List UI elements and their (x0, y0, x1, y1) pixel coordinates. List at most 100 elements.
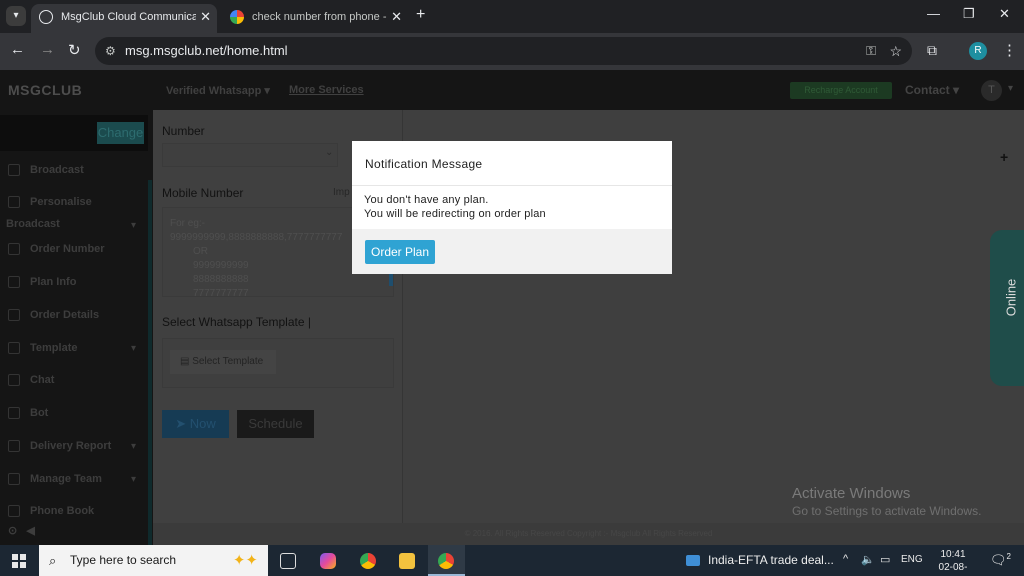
sidebar-item-manage-team[interactable]: Manage Team (8, 473, 102, 486)
select-template-label: Select Template (192, 356, 264, 367)
chevron-down-icon[interactable]: ▾ (131, 343, 136, 354)
import-link[interactable]: Imp (333, 187, 350, 198)
textarea-placeholder-line: 9999999999 (193, 260, 249, 271)
news-text: India-EFTA trade deal... (708, 553, 834, 567)
notification-center-icon[interactable]: 🗨2 (990, 552, 1011, 568)
site-info-icon[interactable]: ⚙ (105, 37, 116, 65)
sidebar-item-plan-info[interactable]: Plan Info (8, 276, 76, 289)
textarea-placeholder-line: 7777777777 (193, 288, 249, 297)
tab-search-button[interactable]: ▾ (6, 6, 26, 26)
google-favicon-icon (230, 10, 244, 24)
sidebar-item-template[interactable]: Template (8, 342, 78, 355)
activate-windows-title: Activate Windows (792, 485, 911, 502)
new-tab-icon[interactable]: + (416, 6, 425, 24)
minimize-icon[interactable]: — (927, 6, 940, 21)
sidebar-item-label: Delivery Report (30, 440, 112, 452)
send-now-button[interactable]: ➤ Now (162, 410, 229, 438)
sidebar-bottom-icons: ⊙ ◀ (8, 524, 35, 537)
change-button[interactable]: Change (97, 122, 144, 144)
copilot-icon[interactable] (320, 553, 336, 569)
user-avatar[interactable]: T (981, 80, 1002, 101)
sidebar-item-label: Template (30, 342, 78, 354)
clock-date: 02-08-2025 (938, 562, 968, 576)
now-label: Now (189, 416, 216, 431)
select-template-button[interactable]: ▤ Select Template (170, 350, 276, 374)
sidebar-item-order-number[interactable]: Order Number (8, 243, 105, 256)
chat-icon (8, 374, 20, 387)
sidebar-item-bot[interactable]: Bot (8, 407, 48, 420)
file-explorer-icon[interactable] (399, 553, 415, 569)
chevron-down-icon: ⌄ (325, 147, 334, 158)
sidebar-item-chat[interactable]: Chat (8, 374, 54, 387)
number-select[interactable] (162, 143, 338, 167)
chrome-profile-icon[interactable] (438, 553, 454, 569)
chrome-icon[interactable] (360, 553, 376, 569)
chevron-down-icon[interactable]: ▾ (131, 474, 136, 485)
task-view-icon[interactable] (280, 553, 296, 569)
modal-divider (352, 185, 672, 186)
number-label: Number (162, 124, 205, 138)
page-footer: © 2016. All Rights Reserved Copyright :-… (153, 523, 1024, 545)
speaker-muted-icon[interactable]: 🔈 (861, 553, 875, 566)
close-tab-icon[interactable]: ✕ (391, 4, 402, 30)
chevron-down-icon[interactable]: ▾ (1008, 83, 1013, 94)
forward-icon[interactable]: → (40, 41, 55, 58)
close-window-icon[interactable]: ✕ (999, 6, 1010, 22)
add-icon[interactable]: + (1000, 149, 1008, 165)
template-icon (8, 342, 20, 355)
search-icon: ⌕ (49, 553, 57, 568)
windows-start-icon[interactable] (12, 554, 26, 568)
chevron-up-icon[interactable]: ^ (843, 553, 848, 565)
menu-kebab-icon[interactable]: ⋮ (1002, 41, 1017, 59)
network-icon[interactable]: ▭ (880, 553, 890, 566)
profile-avatar[interactable]: R (969, 42, 987, 60)
schedule-button[interactable]: Schedule (237, 410, 314, 438)
order-plan-button[interactable]: Order Plan (365, 240, 435, 264)
clock-time: 10:41 (940, 549, 966, 560)
sidebar-item-phone-book[interactable]: Phone Book (8, 505, 95, 518)
chevron-down-icon[interactable]: ▾ (131, 441, 136, 452)
language-indicator[interactable]: ENG (901, 554, 923, 565)
chevron-down-icon[interactable]: ▾ (131, 220, 136, 231)
copilot-sparkle-icon: ✦✦ (232, 552, 258, 569)
app-header: MSGCLUB Verified Whatsapp ▾ More Service… (0, 70, 1024, 110)
contact-menu[interactable]: Contact ▾ (905, 83, 959, 97)
nav-verified-whatsapp[interactable]: Verified Whatsapp ▾ (166, 84, 270, 97)
help-icon[interactable]: ⊙ (8, 525, 17, 537)
tab-google[interactable]: check number from phone - Go ✕ (222, 4, 408, 33)
restore-icon[interactable]: ❐ (963, 6, 975, 22)
address-bar[interactable]: ⚙ msg.msgclub.net/home.html ⚿ ☆ (95, 37, 912, 65)
online-label: Online (1003, 278, 1019, 317)
sidebar-item-personalise[interactable]: Personalise (8, 196, 92, 209)
sidebar-scrollbar[interactable] (148, 180, 152, 545)
password-key-icon[interactable]: ⚿ (866, 37, 876, 65)
taskbar-search[interactable]: ⌕ Type here to search ✦✦ (39, 545, 268, 576)
news-widget[interactable]: India-EFTA trade deal... (686, 553, 834, 567)
nav-more-services[interactable]: More Services (289, 84, 364, 96)
notification-modal: Notification Message You don't have any … (352, 141, 672, 274)
online-chat-tab[interactable]: Online (990, 230, 1024, 386)
textarea-placeholder-line: OR (193, 246, 208, 257)
extensions-icon[interactable]: ⧉ (927, 42, 937, 59)
reload-icon[interactable]: ↻ (68, 41, 81, 59)
modal-message-line: You don't have any plan. (364, 194, 489, 206)
sidebar-item-label: Order Details (30, 309, 100, 321)
sidebar-item-broadcast-sub[interactable]: Broadcast (6, 218, 60, 230)
sidebar-item-order-details[interactable]: Order Details (8, 309, 100, 322)
broadcast-icon (8, 164, 20, 177)
taskbar-clock[interactable]: 10:41 02-08-2025 (928, 548, 978, 576)
sidebar-item-delivery-report[interactable]: Delivery Report (8, 440, 112, 453)
back-icon[interactable]: ← (10, 41, 25, 58)
order-details-icon (8, 309, 20, 322)
close-tab-icon[interactable]: ✕ (200, 4, 211, 30)
bookmark-star-icon[interactable]: ☆ (889, 37, 902, 65)
tab-msgclub[interactable]: MsgClub Cloud Communication ✕ (31, 4, 217, 33)
sidebar-item-broadcast[interactable]: Broadcast (8, 164, 84, 177)
search-placeholder: Type here to search (70, 553, 177, 567)
modal-message-line: You will be redirecting on order plan (364, 208, 546, 220)
sidebar-item-label: Phone Book (30, 505, 95, 517)
recharge-button[interactable]: Recharge Account (790, 82, 892, 99)
modal-footer: Order Plan (352, 229, 672, 274)
windows-taskbar: ⌕ Type here to search ✦✦ India-EFTA trad… (0, 545, 1024, 576)
megaphone-icon[interactable]: ◀ (26, 525, 34, 537)
